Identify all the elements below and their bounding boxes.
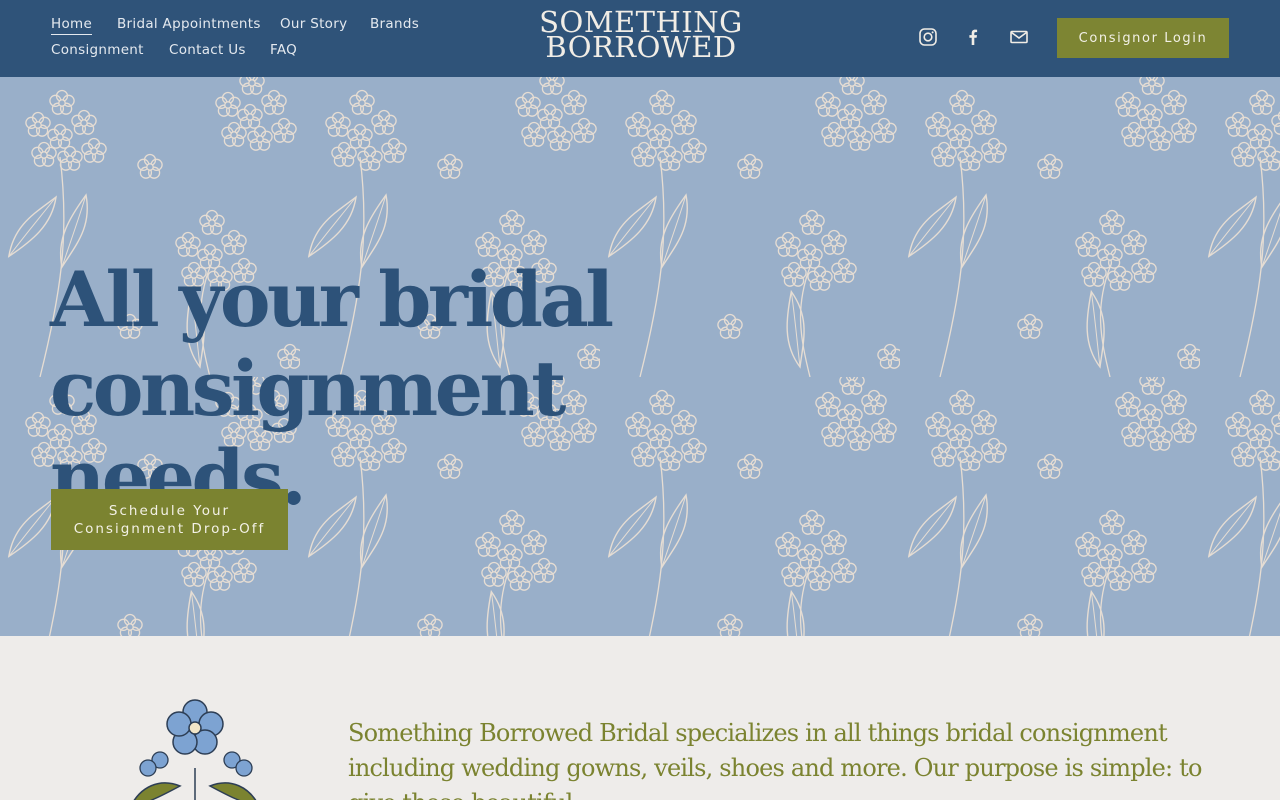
nav-bridal-appointments[interactable]: Bridal Appointments: [117, 16, 261, 32]
consignor-login-button[interactable]: Consignor Login: [1057, 18, 1229, 58]
instagram-icon[interactable]: [917, 26, 939, 48]
email-icon[interactable]: [1008, 26, 1030, 48]
nav-contact-us[interactable]: Contact Us: [169, 42, 246, 58]
logo-line-2: BORROWED: [545, 30, 737, 64]
nav-home[interactable]: Home: [51, 16, 93, 35]
forget-me-not-illustration: [133, 699, 257, 800]
hero-title-line-1: All your bridal: [50, 255, 614, 344]
site-logo[interactable]: SOMETHING BORROWED: [533, 8, 749, 66]
nav-brands[interactable]: Brands: [370, 16, 419, 32]
schedule-drop-off-button[interactable]: Schedule Your Consignment Drop-Off: [51, 489, 288, 550]
facebook-icon[interactable]: [962, 26, 984, 48]
nav-consignment[interactable]: Consignment: [51, 42, 144, 58]
hero-section: All your bridal consignment needs. Sched…: [0, 77, 1280, 636]
hero-title: All your bridal consignment needs.: [50, 255, 750, 522]
nav-our-story[interactable]: Our Story: [280, 16, 347, 32]
intro-paragraph: Something Borrowed Bridal specializes in…: [348, 719, 1202, 800]
nav-faq[interactable]: FAQ: [270, 42, 297, 58]
site-header: Home Bridal Appointments Our Story Brand…: [0, 0, 1280, 77]
